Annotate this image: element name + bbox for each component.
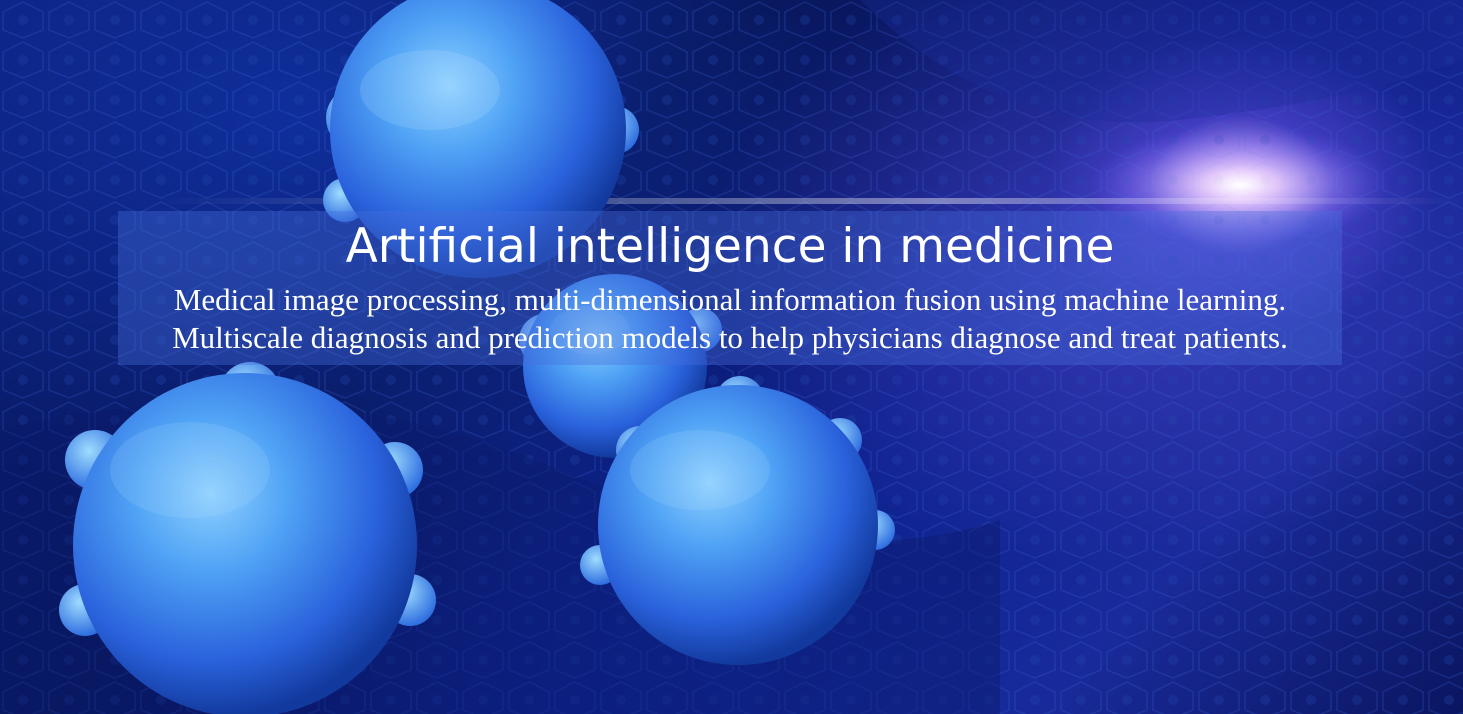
hero-title: Artificial intelligence in medicine xyxy=(345,219,1115,274)
hero-banner: Artificial intelligence in medicine Medi… xyxy=(0,0,1463,714)
hero-description-line-2: Multiscale diagnosis and prediction mode… xyxy=(172,320,1288,355)
hero-description-line-1: Medical image processing, multi-dimensio… xyxy=(173,282,1287,317)
